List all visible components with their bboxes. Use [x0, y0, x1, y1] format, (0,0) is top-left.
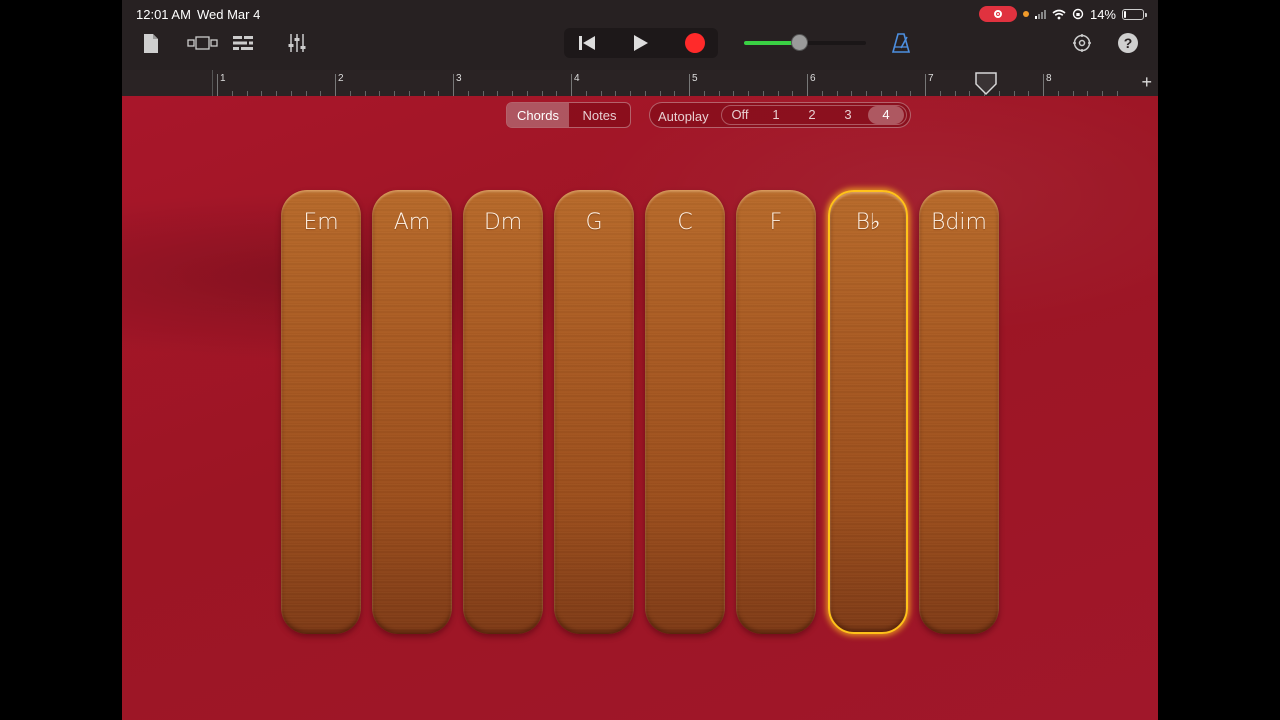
chord-label: Bdim [931, 210, 987, 235]
ruler-bar-line [453, 74, 454, 96]
settings-icon[interactable] [1070, 31, 1094, 55]
notes-option[interactable]: Notes [569, 103, 630, 127]
screen-recording-icon [978, 6, 1017, 22]
status-indicators: 14% [978, 6, 1147, 22]
tracks-view-icon[interactable] [186, 32, 220, 54]
record-icon[interactable] [682, 31, 708, 55]
chord-strip-g[interactable]: G [554, 190, 634, 634]
ruler-bar-number: 4 [574, 73, 580, 84]
wifi-icon [1052, 9, 1066, 19]
autoplay-label: Autoplay [658, 109, 709, 124]
status-date: Wed Mar 4 [197, 7, 261, 22]
rewind-icon[interactable] [574, 31, 600, 55]
autoplay-option-3[interactable]: 3 [830, 106, 866, 124]
chords-notes-toggle: Chords Notes [506, 102, 631, 128]
metronome-icon[interactable] [888, 31, 914, 55]
chord-strip-f[interactable]: F [736, 190, 816, 634]
battery-fill [1124, 10, 1126, 18]
playhead-icon[interactable] [975, 72, 997, 96]
ruler-bar-number: 6 [810, 73, 816, 84]
document-icon[interactable] [140, 30, 162, 56]
ruler-bar-line [1043, 74, 1044, 96]
toolbar: ? [122, 28, 1158, 70]
smart-instrument-area: Chords Notes Autoplay Off 1 2 3 4 Em Am … [122, 96, 1158, 720]
ruler-bar-line [807, 74, 808, 96]
track-list-icon[interactable] [230, 32, 256, 54]
chord-label: F [769, 210, 783, 235]
ruler-bar-number: 7 [928, 73, 934, 84]
help-label: ? [1118, 33, 1138, 53]
autoplay-option-off[interactable]: Off [722, 106, 758, 124]
autoplay-options: Off 1 2 3 4 [721, 105, 907, 125]
volume-slider[interactable] [744, 34, 866, 51]
autoplay-option-2[interactable]: 2 [794, 106, 830, 124]
ruler-bar-line [925, 74, 926, 96]
ruler-bar-line [571, 74, 572, 96]
orientation-lock-icon [1072, 8, 1084, 20]
autoplay-option-4[interactable]: 4 [868, 106, 904, 124]
autoplay-option-1[interactable]: 1 [758, 106, 794, 124]
chord-strip-dm[interactable]: Dm [463, 190, 543, 634]
chord-strip-c[interactable]: C [645, 190, 725, 634]
cellular-signal-icon [1034, 9, 1046, 19]
chord-label: Am [393, 210, 431, 235]
battery-percent: 14% [1089, 6, 1116, 22]
chord-label: G [585, 210, 603, 235]
ruler-bar-line [335, 74, 336, 96]
ruler-bar-number: 8 [1046, 73, 1052, 84]
chord-label: B♭ [855, 210, 881, 235]
ruler-bar-number: 5 [692, 73, 698, 84]
chord-strip-am[interactable]: Am [372, 190, 452, 634]
ruler-bar-number: 3 [456, 73, 462, 84]
ruler-bar-number: 1 [220, 73, 226, 84]
status-bar: 12:01 AM Wed Mar 4 14% [122, 0, 1158, 28]
help-icon[interactable]: ? [1116, 31, 1140, 55]
battery-icon [1122, 8, 1147, 20]
autoplay-control: Autoplay Off 1 2 3 4 [649, 102, 911, 128]
timeline-ruler[interactable]: 1 2 3 4 5 6 7 8 + [122, 70, 1158, 96]
add-track-button[interactable]: + [1141, 72, 1152, 93]
chord-strip-em[interactable]: Em [281, 190, 361, 634]
chord-label: Dm [483, 210, 523, 235]
chords-option[interactable]: Chords [507, 103, 569, 127]
chord-strip-bdim[interactable]: Bdim [919, 190, 999, 634]
chord-label: Em [303, 210, 339, 235]
ruler-bar-line [689, 74, 690, 96]
chord-strip-b-flat[interactable]: B♭ [828, 190, 908, 634]
transport-controls [564, 28, 718, 58]
mixer-icon[interactable] [284, 31, 310, 55]
garageband-screen: 12:01 AM Wed Mar 4 14% ? 1 2 3 4 5 6 7 8… [122, 0, 1158, 720]
volume-knob[interactable] [791, 34, 808, 51]
microphone-indicator-icon [1022, 11, 1029, 17]
chord-label: C [677, 210, 693, 235]
ruler-bar-line [217, 74, 218, 96]
status-time: 12:01 AM [136, 7, 191, 22]
play-icon[interactable] [628, 31, 654, 55]
ruler-bar-number: 2 [338, 73, 344, 84]
